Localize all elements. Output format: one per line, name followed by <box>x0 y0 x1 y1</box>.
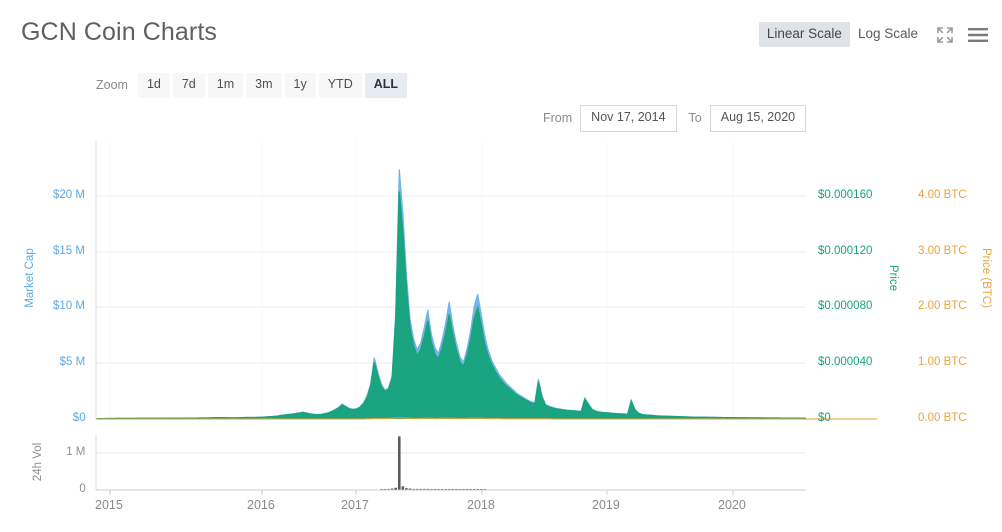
market-cap-tick-label: $10 M <box>53 300 85 312</box>
year-tick-label: 2019 <box>592 498 620 512</box>
year-tick-label: 2017 <box>341 498 369 512</box>
price-tick-label: $0.000080 <box>818 300 873 312</box>
linear-scale-button[interactable]: Linear Scale <box>758 22 850 48</box>
year-tick-label: 2018 <box>467 498 495 512</box>
price-axis-title: Price <box>887 264 899 292</box>
series-layer <box>96 169 878 420</box>
to-date-input[interactable]: Aug 15, 2020 <box>709 105 807 132</box>
price-btc-tick-label: 3.00 BTC <box>918 245 967 257</box>
price-tick-label: $0.000040 <box>818 356 873 368</box>
market-cap-tick-label: $15 M <box>53 245 85 257</box>
hamburger-menu-icon[interactable] <box>968 27 988 43</box>
zoom-button-1y[interactable]: 1y <box>284 73 316 98</box>
price-tick-label: $0 <box>818 412 831 424</box>
volume-tick-label: 0 <box>79 483 86 495</box>
zoom-range-controls: Zoom 1d 7d 1m 3m 1y YTD ALL <box>96 73 410 98</box>
page-title: GCN Coin Charts <box>21 18 217 46</box>
price-tick-label: $0.000160 <box>818 189 873 201</box>
zoom-button-7d[interactable]: 7d <box>172 73 205 98</box>
price-btc-tick-label: 2.00 BTC <box>918 300 967 312</box>
market-cap-tick-label: $20 M <box>53 189 85 201</box>
zoom-button-all[interactable]: ALL <box>364 73 408 98</box>
chart-header: GCN Coin Charts Linear Scale Log Scale <box>0 0 1002 66</box>
price-btc-tick-label: 0.00 BTC <box>918 412 967 424</box>
log-scale-button[interactable]: Log Scale <box>850 22 926 47</box>
price-btc-tick-label: 1.00 BTC <box>918 356 967 368</box>
price-tick-label: $0.000120 <box>818 245 873 257</box>
zoom-button-3m[interactable]: 3m <box>246 73 282 98</box>
year-tick-label: 2016 <box>247 498 275 512</box>
price-btc-axis-title: Price (BTC) <box>980 247 992 309</box>
market-cap-tick-label: $0 <box>72 412 86 424</box>
volume-layer <box>380 436 487 490</box>
price-area <box>96 191 806 419</box>
zoom-button-1d[interactable]: 1d <box>137 73 170 98</box>
zoom-button-1m[interactable]: 1m <box>207 73 244 98</box>
to-label: To <box>688 111 702 126</box>
date-range-controls: From Nov 17, 2014 To Aug 15, 2020 <box>543 105 818 132</box>
volume-bar <box>397 436 401 490</box>
chart-area[interactable]: $0 $5 M $10 M $15 M $20 M $0 $0.000040 $0.00008… <box>0 130 1002 532</box>
from-date-input[interactable]: Nov 17, 2014 <box>580 105 677 132</box>
scale-controls: Linear Scale Log Scale <box>758 22 988 48</box>
fullscreen-expand-icon[interactable] <box>936 26 954 44</box>
volume-tick-label: 1 M <box>66 446 86 458</box>
zoom-button-ytd[interactable]: YTD <box>318 73 362 98</box>
year-tick-label: 2020 <box>718 498 746 512</box>
market-cap-axis-title: Market Cap <box>24 248 36 308</box>
price-btc-tick-label: 4.00 BTC <box>918 189 967 201</box>
volume-bar <box>401 486 405 490</box>
year-tick-label: 2015 <box>95 498 123 512</box>
volume-axis-title: 24h Vol <box>32 442 44 482</box>
market-cap-tick-label: $5 M <box>59 356 86 368</box>
from-label: From <box>543 111 573 126</box>
zoom-label: Zoom <box>96 78 128 93</box>
